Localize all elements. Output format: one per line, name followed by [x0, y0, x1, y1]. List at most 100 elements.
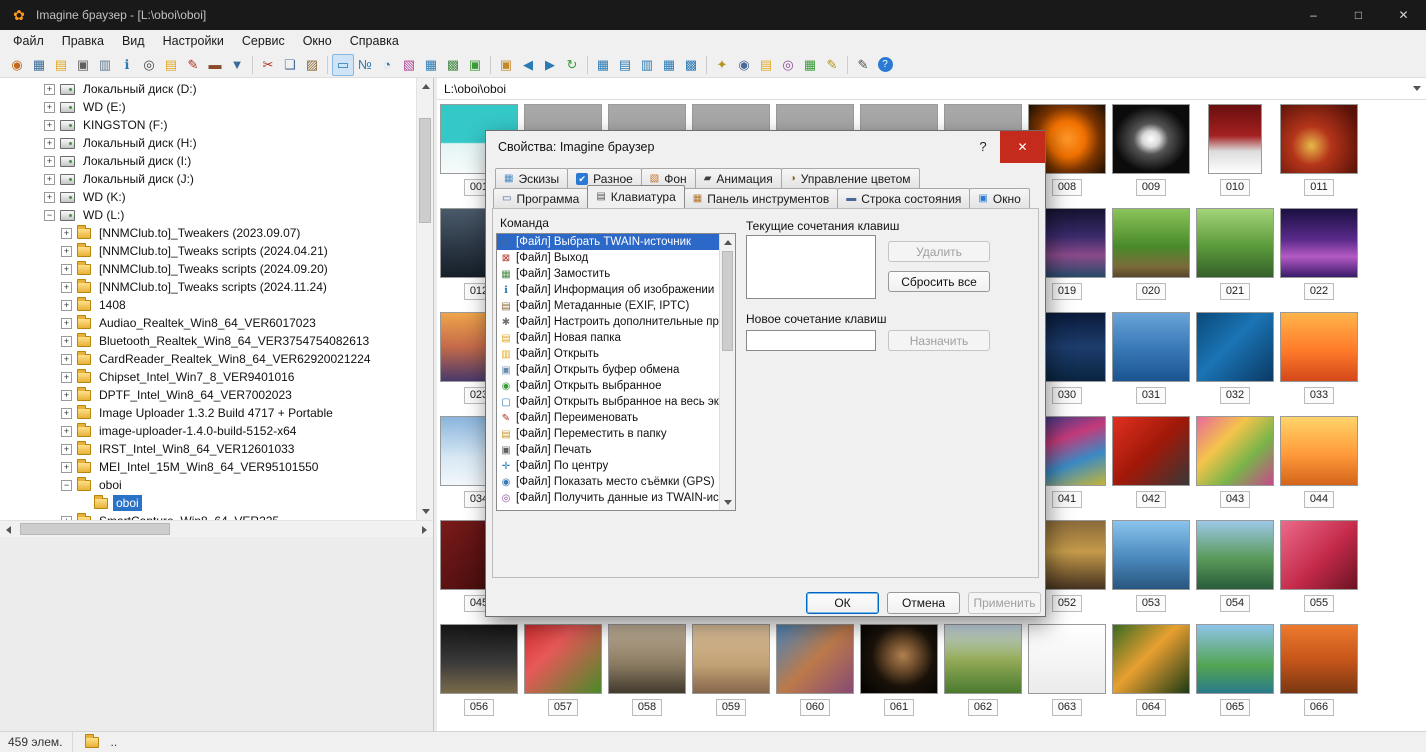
thumbnail-image[interactable] — [1208, 104, 1262, 174]
address-path[interactable]: L:\oboi\oboi — [437, 82, 1408, 96]
expand-icon[interactable]: + — [61, 389, 72, 401]
menu-item[interactable]: Правка — [53, 30, 113, 52]
parent-folder-icon[interactable] — [85, 733, 100, 748]
menu-item[interactable]: Настройки — [154, 30, 233, 52]
expand-icon[interactable]: + — [44, 137, 55, 149]
menu-item[interactable]: Окно — [294, 30, 341, 52]
expand-icon[interactable]: + — [61, 425, 72, 437]
thumbnail-image[interactable] — [1280, 520, 1358, 590]
expand-icon[interactable]: + — [61, 227, 72, 239]
expand-icon[interactable]: + — [61, 281, 72, 293]
command-item[interactable]: ✱ [Файл] Настроить дополнительные про — [497, 314, 719, 330]
thumbnail-cell[interactable]: 010 — [1193, 100, 1277, 204]
dialog-title-bar[interactable]: Свойства: Imagine браузер ? ✕ — [486, 131, 1045, 163]
thumbnail-cell[interactable]: 022 — [1277, 204, 1361, 308]
thumbnail-cell[interactable]: 054 — [1193, 516, 1277, 620]
expand-icon[interactable]: + — [61, 407, 72, 419]
delete-shortcut-button[interactable]: Удалить — [888, 241, 990, 262]
thumbnail-cell[interactable]: 044 — [1277, 412, 1361, 516]
thumbnail-cell[interactable]: 057 — [521, 620, 605, 724]
grid-select-icon[interactable]: ▦ — [420, 54, 442, 76]
command-item[interactable]: ✎ [Файл] Переименовать — [497, 410, 719, 426]
address-bar[interactable]: L:\oboi\oboi — [437, 78, 1426, 100]
expand-icon[interactable]: + — [44, 83, 55, 95]
back-icon[interactable]: ◀ — [517, 54, 539, 76]
thumbnail-image[interactable] — [776, 624, 854, 694]
delete-icon[interactable]: ▬ — [204, 54, 226, 76]
expand-icon[interactable]: + — [61, 299, 72, 311]
info-icon[interactable]: ℹ — [116, 54, 138, 76]
parent-folder-link[interactable]: .. — [110, 735, 117, 749]
expand-icon[interactable]: + — [61, 353, 72, 365]
scroll-down-icon[interactable] — [720, 494, 735, 510]
thumbnail-cell[interactable]: 059 — [689, 620, 773, 724]
thumbnail-image[interactable] — [524, 624, 602, 694]
tree-item[interactable]: + [NNMClub.to]_Tweaks scripts (2024.11.24… — [0, 278, 416, 296]
scroll-up-icon[interactable] — [720, 234, 735, 250]
save-icon[interactable]: ▼ — [226, 54, 248, 76]
dialog-tab[interactable]: ▰ Анимация — [694, 168, 782, 188]
tree-item[interactable]: + DPTF_Intel_Win8_64_VER7002023 — [0, 386, 416, 404]
thumbnail-cell[interactable]: 011 — [1277, 100, 1361, 204]
command-item[interactable]: ◉ [Файл] Открыть выбранное — [497, 378, 719, 394]
thumbnail-cell[interactable]: 066 — [1277, 620, 1361, 724]
thumbnail-image[interactable] — [440, 624, 518, 694]
sort-numbers-icon[interactable]: № — [354, 54, 376, 76]
command-item[interactable]: ▤ [Файл] Новая папка — [497, 330, 719, 346]
thumbnail-image[interactable] — [1112, 208, 1190, 278]
palette-icon[interactable]: ▧ — [398, 54, 420, 76]
thumbnail-cell[interactable]: 020 — [1109, 204, 1193, 308]
thumbnail-cell[interactable]: 021 — [1193, 204, 1277, 308]
expand-icon[interactable]: + — [61, 335, 72, 347]
sort-time-icon[interactable]: ◔ — [376, 54, 398, 76]
thumbnail-image[interactable] — [1196, 312, 1274, 382]
browse-folder-icon[interactable]: ▤ — [50, 54, 72, 76]
expand-icon[interactable]: + — [61, 245, 72, 257]
dialog-tab[interactable]: ▦ Панель инструментов — [683, 188, 839, 208]
tree-item[interactable]: + Локальный диск (I:) — [0, 152, 416, 170]
thumbnail-image[interactable] — [1112, 104, 1190, 174]
collapse-icon[interactable]: − — [61, 479, 72, 491]
view-details-icon[interactable]: ▥ — [636, 54, 658, 76]
view-filmstrip-icon[interactable]: ▩ — [680, 54, 702, 76]
scrollbar-thumb[interactable] — [20, 523, 170, 535]
password-key-icon[interactable]: ✦ — [711, 54, 733, 76]
tree-item[interactable]: + [NNMClub.to]_Tweakers (2023.09.07) — [0, 224, 416, 242]
paste-icon[interactable]: ▨ — [301, 54, 323, 76]
thumbnail-cell[interactable]: 063 — [1025, 620, 1109, 724]
tree-item[interactable]: + CardReader_Realtek_Win8_64_VER629200212… — [0, 350, 416, 368]
dialog-tab[interactable]: ▣ Окно — [969, 188, 1030, 208]
rename-icon[interactable]: ✎ — [182, 54, 204, 76]
thumbnail-cell[interactable]: 065 — [1193, 620, 1277, 724]
menu-item[interactable]: Сервис — [233, 30, 294, 52]
command-item[interactable]: ▣ [Файл] Открыть буфер обмена — [497, 362, 719, 378]
scroll-left-icon[interactable] — [0, 521, 17, 538]
command-item[interactable]: ⊠ [Файл] Выход — [497, 250, 719, 266]
command-item[interactable]: ✛ [Файл] По центру — [497, 458, 719, 474]
edit-image-icon[interactable]: ✎ — [852, 54, 874, 76]
tree-item[interactable]: + Audiao_Realtek_Win8_64_VER6017023 — [0, 314, 416, 332]
thumbnail-cell[interactable]: 056 — [437, 620, 521, 724]
tree-item[interactable]: + IRST_Intel_Win8_64_VER12601033 — [0, 440, 416, 458]
thumbnail-image[interactable] — [1112, 520, 1190, 590]
new-shortcut-input[interactable] — [746, 330, 876, 351]
thumbnail-cell[interactable]: 053 — [1109, 516, 1193, 620]
cut-icon[interactable]: ✂ — [257, 54, 279, 76]
refresh-icon[interactable]: ↻ — [561, 54, 583, 76]
thumbnail-image[interactable] — [1280, 624, 1358, 694]
cancel-button[interactable]: Отмена — [887, 592, 960, 614]
tree-item[interactable]: + Локальный диск (D:) — [0, 80, 416, 98]
menu-item[interactable]: Вид — [113, 30, 154, 52]
tree-item[interactable]: + Bluetooth_Realtek_Win8_64_VER3754754082… — [0, 332, 416, 350]
dialog-tab[interactable]: ◑ Управление цветом — [780, 168, 920, 188]
menu-item[interactable]: Справка — [341, 30, 408, 52]
thumbnail-image[interactable] — [1196, 416, 1274, 486]
tree-item[interactable]: + Локальный диск (H:) — [0, 134, 416, 152]
tree-item[interactable]: + Chipset_Intel_Win7_8_VER9401016 — [0, 368, 416, 386]
tree-item[interactable]: + Image Uploader 1.3.2 Build 4717 + Porta… — [0, 404, 416, 422]
copy-image-icon[interactable]: ▥ — [94, 54, 116, 76]
command-item[interactable]: ◎ [Файл] Получить данные из TWAIN-ист — [497, 490, 719, 506]
scroll-up-icon[interactable] — [417, 78, 434, 95]
new-folder-icon[interactable]: ▤ — [160, 54, 182, 76]
command-item[interactable]: ◎ [Файл] Выбрать TWAIN-источник — [497, 234, 719, 250]
